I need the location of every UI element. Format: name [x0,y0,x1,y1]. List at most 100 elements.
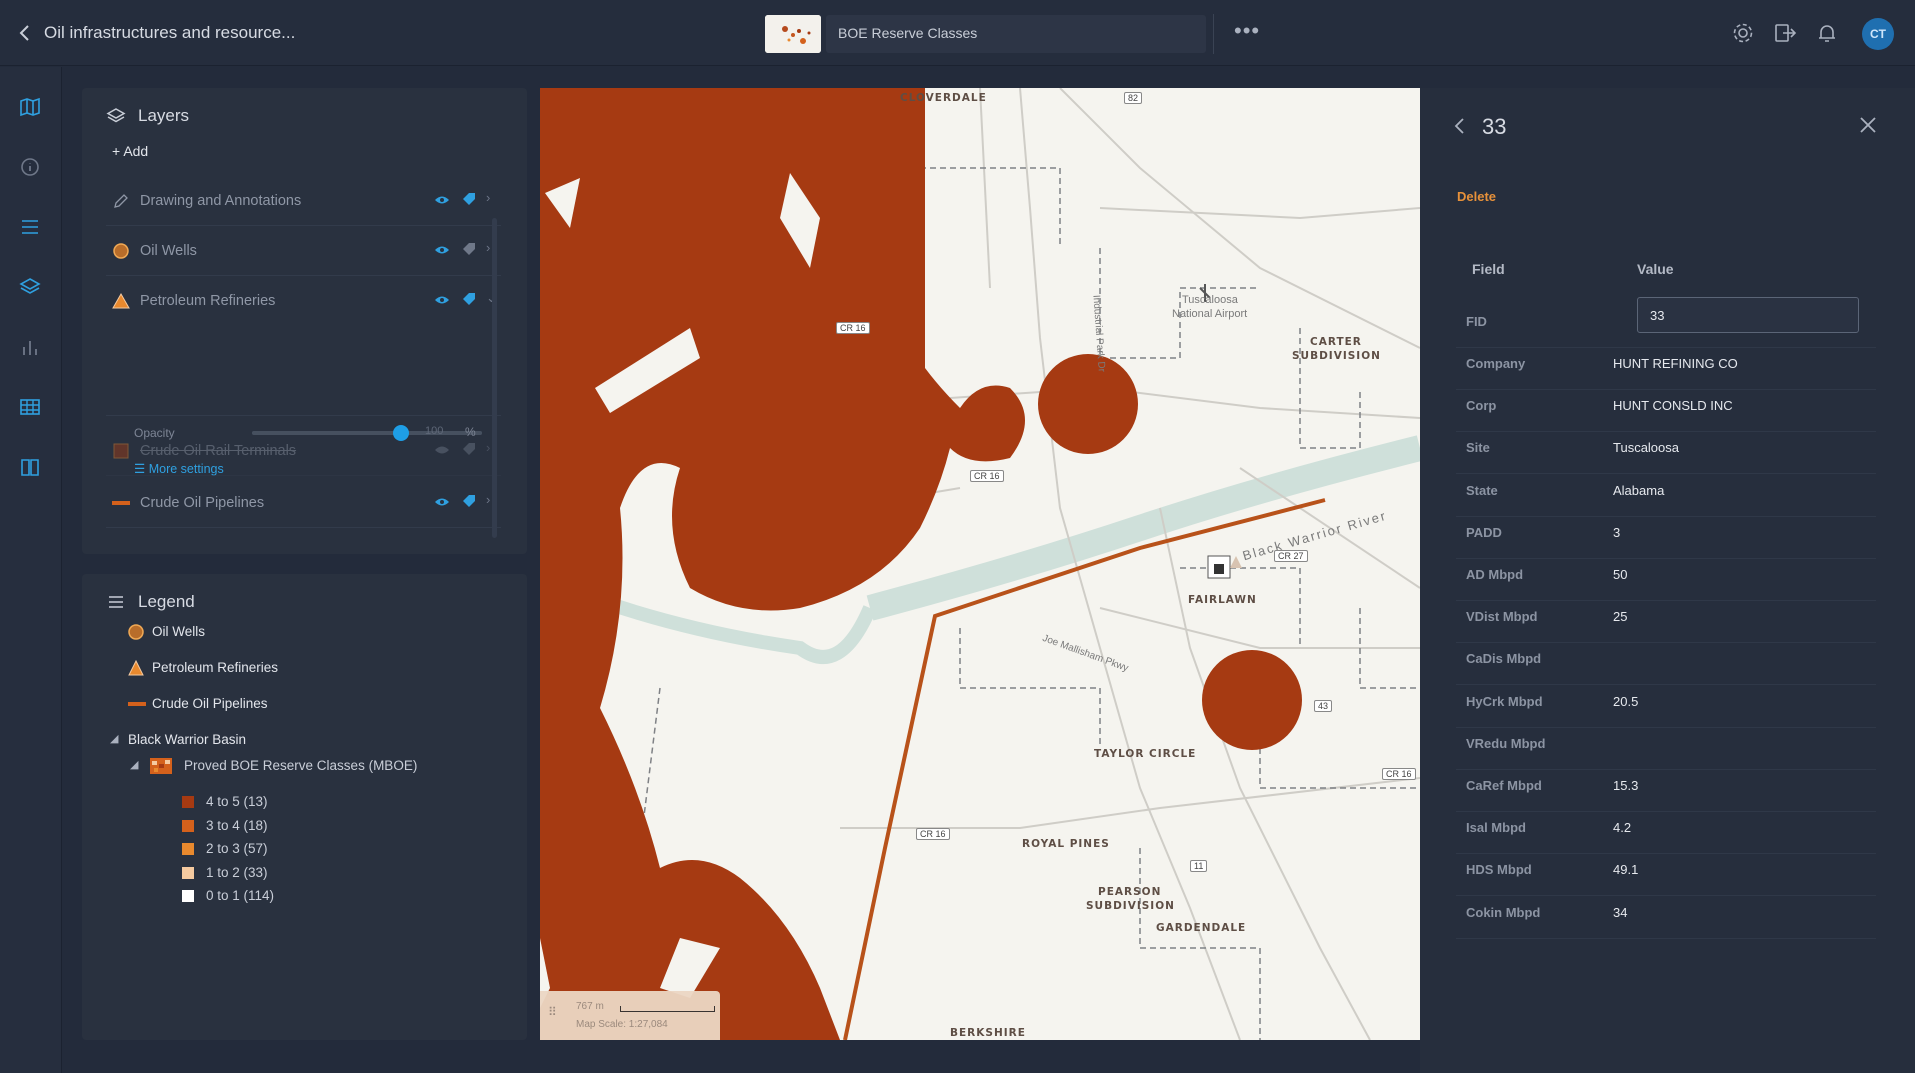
bell-icon[interactable] [1814,20,1840,46]
road-shield: 43 [1314,700,1333,712]
map-name-field[interactable]: BOE Reserve Classes [826,15,1206,53]
list-icon [106,592,126,612]
layers-title: Layers [138,106,190,125]
delete-button[interactable]: Delete [1457,189,1496,204]
layer-row-oil-wells[interactable]: Oil Wells › [106,226,501,276]
class-label: 2 to 3 (57) [206,841,268,856]
chart-icon[interactable] [18,335,42,359]
tag-icon[interactable] [462,292,476,306]
collapse-arrow-icon[interactable]: ◢ [110,732,118,745]
avatar[interactable]: CT [1862,18,1894,50]
field-value[interactable]: Tuscaloosa [1613,440,1679,455]
more-options-button[interactable]: ••• [1234,18,1260,44]
field-value[interactable]: HUNT CONSLD INC [1613,398,1733,413]
field-value[interactable]: 20.5 [1613,694,1638,709]
eye-icon[interactable] [434,293,450,307]
class-swatch [182,796,194,808]
class-swatch [182,819,194,832]
list-icon[interactable] [18,215,42,239]
legend-item: Oil Wells [152,624,206,639]
map-view[interactable]: CLOVERDALE Tuscaloosa National Airport C… [540,88,1420,1040]
field-value[interactable]: 15.3 [1613,778,1638,793]
field-column-header: Field [1472,261,1505,277]
fid-input[interactable] [1637,297,1859,333]
map-label: TAYLOR CIRCLE [1094,748,1197,760]
field-row: Cokin Mbpd 34 [1456,887,1876,939]
value-column-header: Value [1637,261,1674,277]
road-shield: CR 16 [836,322,870,334]
layer-label: Oil Wells [140,243,197,259]
map-thumbnail[interactable] [765,15,821,53]
triangle-icon [128,659,144,676]
field-value[interactable]: HUNT REFINING CO [1613,356,1738,371]
layer-row-drawing[interactable]: Drawing and Annotations › [106,176,501,226]
field-name: HyCrk Mbpd [1466,693,1543,709]
triangle-icon [112,292,130,310]
field-value[interactable]: Alabama [1613,483,1664,498]
field-value[interactable]: 3 [1613,525,1620,540]
field-value[interactable]: 25 [1613,609,1627,624]
export-icon[interactable] [1772,20,1798,46]
pencil-icon [112,192,130,210]
line-icon [128,702,146,706]
class-swatch [182,890,194,902]
map-label: SUBDIVISION [1086,900,1175,912]
map-label: SUBDIVISION [1292,350,1381,362]
table-icon[interactable] [18,395,42,419]
close-icon[interactable] [1858,114,1878,142]
field-value[interactable]: 50 [1613,567,1627,582]
drag-handle-icon[interactable]: ⠿ [548,1005,557,1019]
map-icon[interactable] [18,95,42,119]
collapse-arrow-icon[interactable]: ◢ [130,758,138,771]
feature-detail-panel: 33 Delete Field Value FID Company HUNT RE… [1420,88,1915,1073]
line-icon [112,494,130,512]
map-label: ROYAL PINES [1022,838,1110,850]
chevron-right-icon[interactable]: › [486,190,490,205]
field-name: CaRef Mbpd [1466,778,1542,793]
scale-bar[interactable]: ⠿ 767 m Map Scale: 1:27,084 [540,991,720,1040]
basemap [540,88,1420,1040]
scale-line [620,1006,715,1012]
field-value[interactable]: 34 [1613,905,1627,920]
scrollbar[interactable] [492,218,497,538]
tag-icon[interactable] [462,192,476,206]
chevron-left-icon[interactable] [1450,116,1470,142]
field-value[interactable]: 49.1 [1613,862,1638,877]
field-name: Company [1466,356,1526,371]
app-title: Oil infrastructures and resource... [44,23,296,42]
field-name: FID [1466,314,1487,329]
field-value[interactable]: 4.2 [1613,820,1631,835]
chevron-right-icon[interactable]: › [486,492,490,507]
map-label: GARDENDALE [1156,922,1247,934]
plus-icon: + [112,143,121,159]
gear-icon[interactable] [1730,20,1756,46]
layer-row-rail-terminals[interactable]: Crude Oil Rail Terminals › [106,426,501,476]
field-name: AD Mbpd [1466,567,1524,582]
eye-icon[interactable] [434,495,450,509]
tag-icon[interactable] [462,242,476,256]
info-icon[interactable] [18,155,42,179]
chevron-right-icon[interactable]: › [486,440,490,455]
add-layer-button[interactable]: + Add [112,143,148,159]
book-icon[interactable] [18,455,42,479]
eye-icon[interactable] [434,193,450,207]
eye-icon[interactable] [434,243,450,257]
field-name: PADD [1466,524,1502,540]
map-label: Tuscaloosa [1182,294,1238,306]
map-label: CLOVERDALE [900,92,987,104]
map-label: PEARSON [1098,886,1162,898]
tag-icon[interactable] [462,494,476,508]
reserve-class-icon [150,758,172,774]
class-label: 1 to 2 (33) [206,864,268,880]
tag-icon[interactable] [462,442,476,456]
add-label: Add [123,143,149,159]
eye-icon[interactable] [434,443,450,457]
chevron-right-icon[interactable]: › [486,240,490,255]
layers-icon [106,106,126,126]
back-arrow-icon[interactable] [14,22,36,44]
class-swatch [182,843,194,855]
class-label: 3 to 4 (18) [206,817,268,833]
layer-row-refineries[interactable]: Petroleum Refineries ⌄ [106,276,501,416]
layers-icon[interactable] [18,275,42,299]
layer-row-pipelines[interactable]: Crude Oil Pipelines › [106,478,501,528]
